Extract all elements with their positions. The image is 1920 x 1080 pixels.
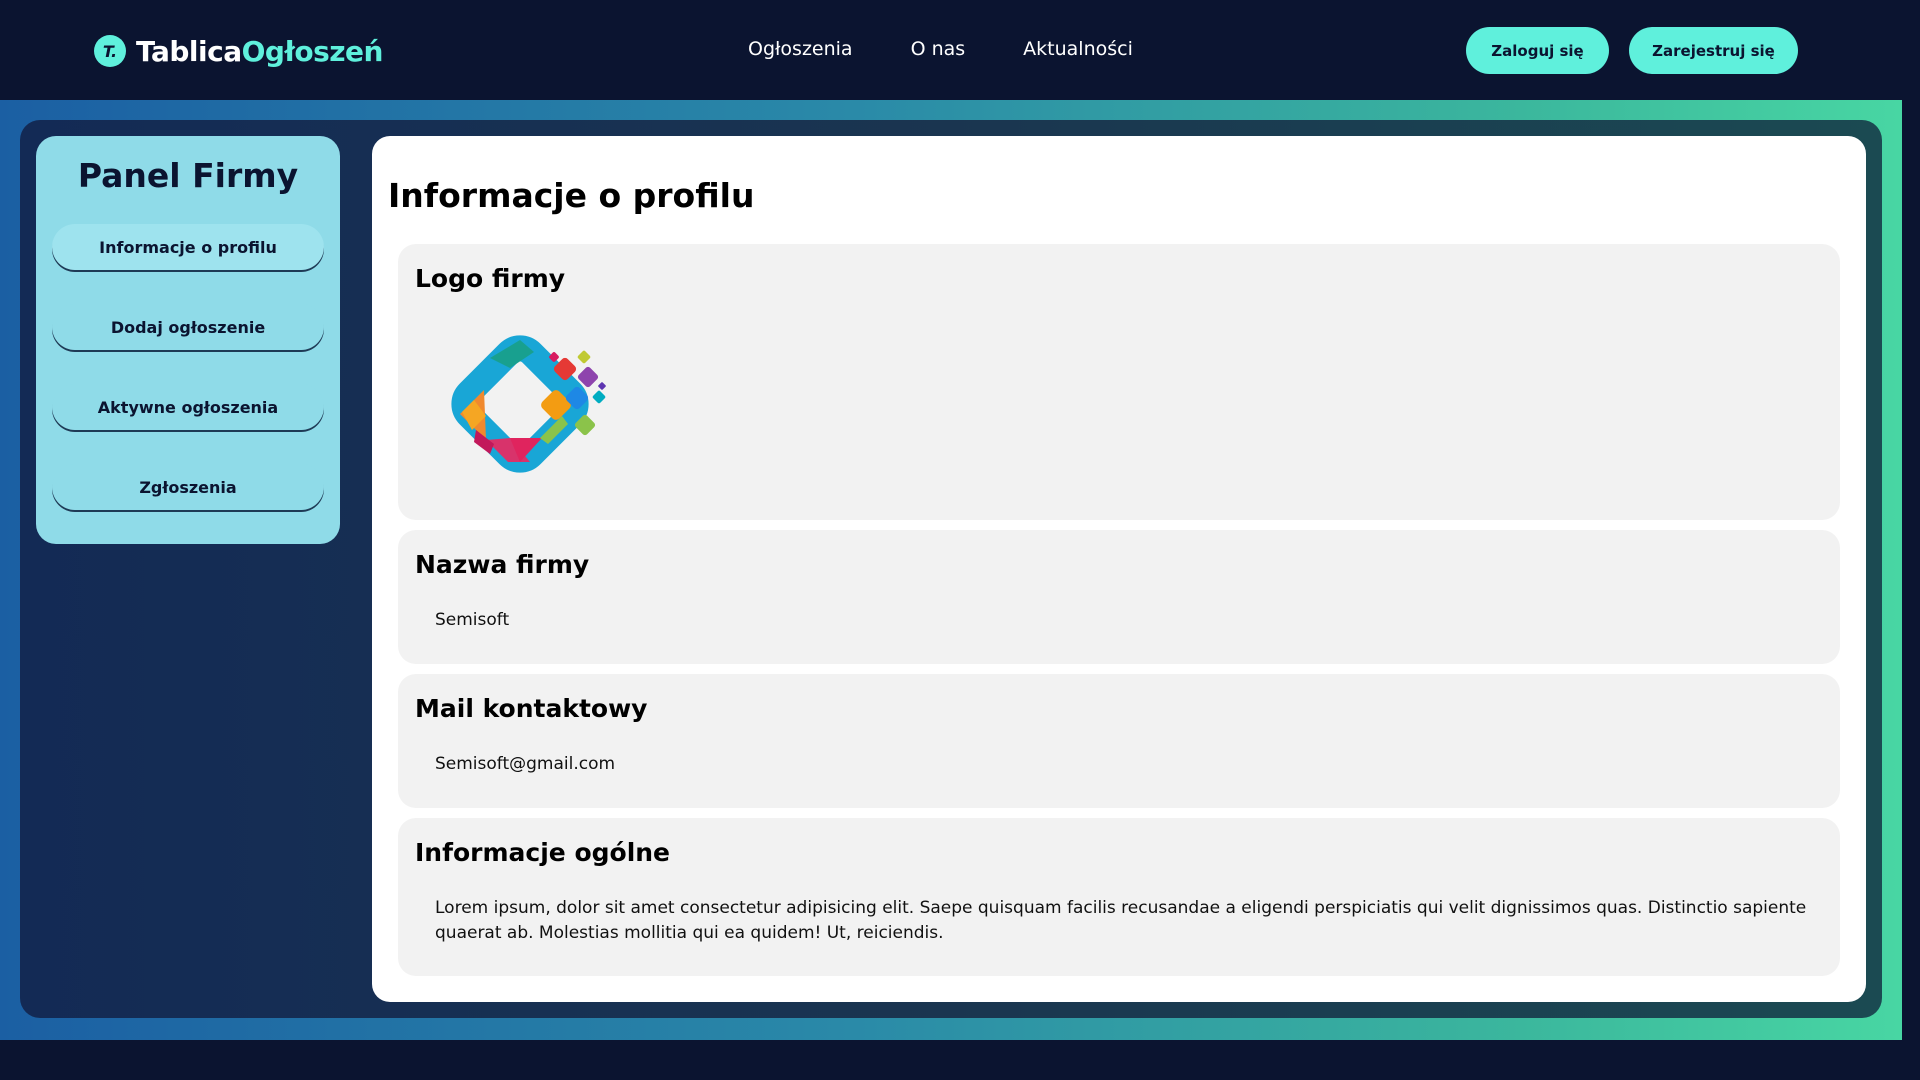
contact-mail-value: Semisoft@gmail.com [435, 754, 616, 774]
company-name-card: Nazwa firmy Semisoft [398, 530, 1840, 664]
top-navbar: T. Tablica Ogłoszeń Ogłoszenia O nas Akt… [0, 0, 1902, 100]
sidebar-title: Panel Firmy [77, 156, 299, 195]
login-button[interactable]: Zaloguj się [1466, 27, 1609, 74]
company-name-title: Nazwa firmy [415, 550, 590, 579]
site-logo[interactable]: T. Tablica Ogłoszeń [94, 34, 383, 68]
contact-mail-title: Mail kontaktowy [415, 694, 648, 723]
logo-text-accent: Ogłoszeń [241, 34, 384, 68]
page-title: Informacje o profilu [388, 176, 755, 215]
sidebar-item-add-listing[interactable]: Dodaj ogłoszenie [52, 304, 324, 350]
main-nav: Ogłoszenia O nas Aktualności [748, 38, 1133, 60]
logo-card: Logo firmy [398, 244, 1840, 520]
company-name-value: Semisoft [435, 610, 510, 630]
nav-link-aktualnosci[interactable]: Aktualności [1023, 38, 1133, 60]
general-info-card: Informacje ogólne Lorem ipsum, dolor sit… [398, 818, 1840, 976]
sidebar-item-reports[interactable]: Zgłoszenia [52, 464, 324, 510]
logo-badge-icon: T. [94, 35, 126, 67]
logo-text-primary: Tablica [136, 34, 242, 68]
company-panel-sidebar: Panel Firmy Informacje o profilu Dodaj o… [36, 136, 340, 544]
general-info-title: Informacje ogólne [415, 838, 671, 867]
company-logo-icon [451, 335, 606, 473]
page: T. Tablica Ogłoszeń Ogłoszenia O nas Akt… [0, 0, 1920, 1080]
contact-mail-card: Mail kontaktowy Semisoft@gmail.com [398, 674, 1840, 808]
nav-link-o-nas[interactable]: O nas [911, 38, 966, 60]
nav-link-ogloszenia[interactable]: Ogłoszenia [748, 38, 853, 60]
sidebar-item-profile-info[interactable]: Informacje o profilu [52, 224, 324, 270]
logo-card-title: Logo firmy [415, 264, 566, 293]
footer-strip [0, 1040, 1902, 1080]
register-button[interactable]: Zarejestruj się [1629, 27, 1798, 74]
sidebar-item-active-listings[interactable]: Aktywne ogłoszenia [52, 384, 324, 430]
profile-info-panel: Informacje o profilu Logo firmy Nazwa fi… [372, 136, 1866, 1002]
general-info-text: Lorem ipsum, dolor sit amet consectetur … [435, 898, 1807, 943]
